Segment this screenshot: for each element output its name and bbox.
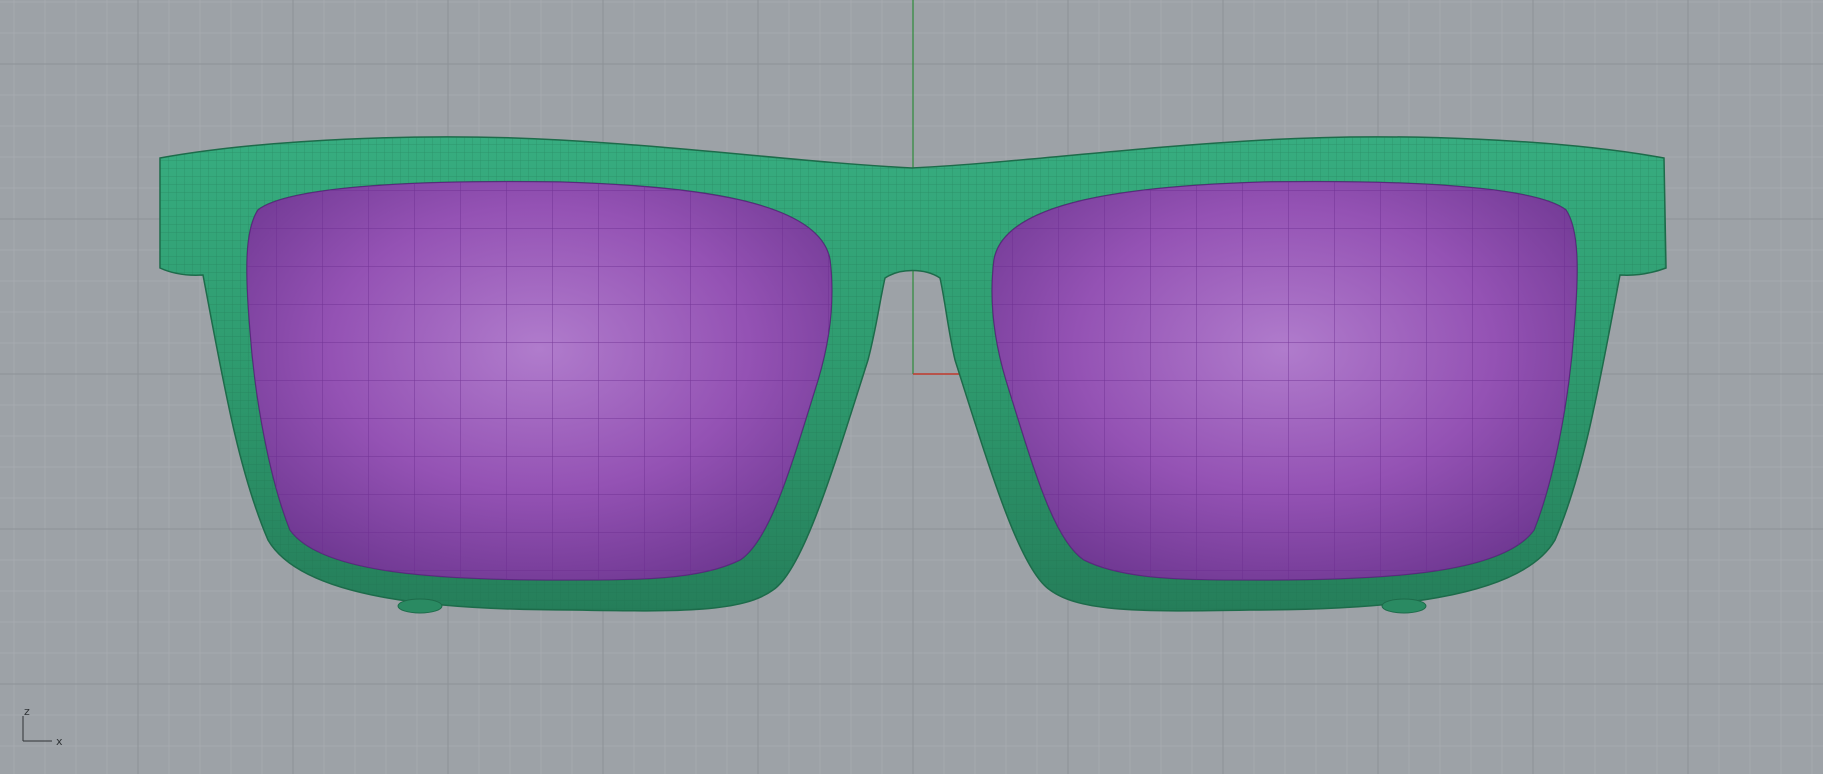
lens-right-grid	[992, 181, 1578, 580]
viewport-front[interactable]: z x	[0, 0, 1823, 774]
lens-right[interactable]	[991, 181, 1578, 581]
axis-gizmo-x-label: x	[56, 735, 63, 748]
nose-pad-left	[397, 598, 443, 614]
lens-left[interactable]	[246, 181, 833, 581]
axis-gizmo	[22, 716, 52, 742]
nose-pad-right	[1381, 598, 1427, 614]
lens-left-grid	[246, 181, 832, 580]
axis-gizmo-z-label: z	[24, 705, 30, 718]
viewport-canvas[interactable]	[0, 0, 1823, 774]
